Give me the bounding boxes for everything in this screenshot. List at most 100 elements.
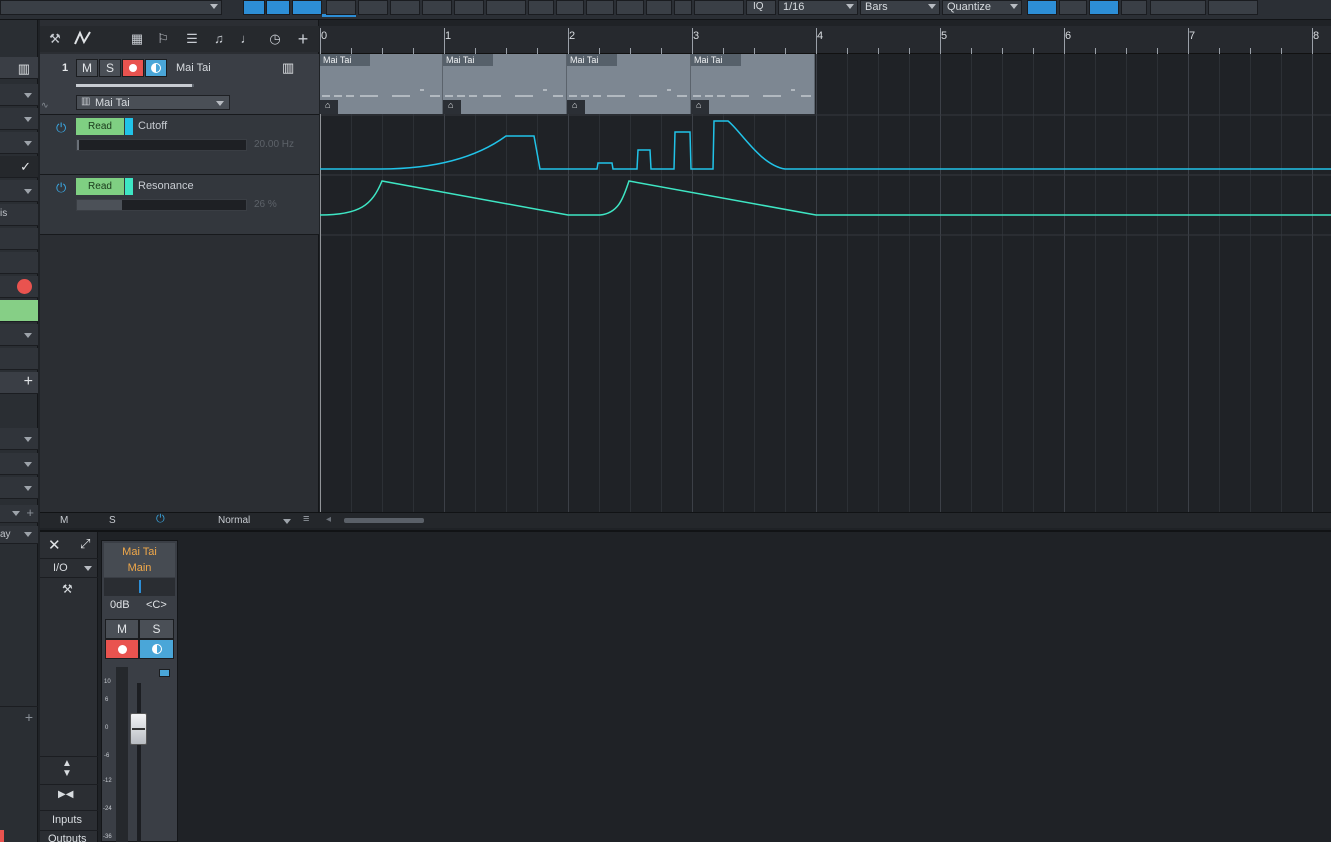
grid-select[interactable]: 1/16 bbox=[778, 0, 858, 15]
inspector-add-row[interactable]: + bbox=[0, 372, 38, 394]
power-icon[interactable]: ⏻ bbox=[156, 513, 165, 526]
outputs-button[interactable]: Outputs bbox=[40, 830, 98, 842]
automation-lane-resonance[interactable]: ⏻ Read Resonance 26 % bbox=[40, 175, 319, 235]
meter-mode-button[interactable] bbox=[159, 669, 170, 677]
mute-tool-button[interactable] bbox=[422, 0, 452, 15]
scroll-left-icon[interactable]: ◂ bbox=[326, 514, 331, 525]
solo-button[interactable]: S bbox=[99, 59, 121, 77]
global-mute-button[interactable]: M bbox=[60, 515, 68, 526]
timebase-select[interactable]: Bars bbox=[860, 0, 940, 15]
gain-readout[interactable]: 0dB bbox=[110, 599, 130, 611]
listen-tool-button[interactable] bbox=[486, 0, 526, 15]
horizontal-scrollbar[interactable] bbox=[344, 518, 424, 523]
grid-icon[interactable]: ▦ bbox=[128, 30, 146, 48]
inspector-field[interactable]: is bbox=[0, 204, 38, 226]
color-button[interactable] bbox=[646, 0, 672, 15]
marker-button[interactable] bbox=[1121, 0, 1147, 15]
inspector-field[interactable] bbox=[0, 428, 38, 450]
pan-slider[interactable] bbox=[104, 578, 175, 596]
arrow-tool-button[interactable] bbox=[243, 0, 265, 15]
inspector-field[interactable] bbox=[0, 180, 38, 202]
cutoff-envelope[interactable] bbox=[320, 120, 1331, 170]
window-button[interactable] bbox=[1208, 0, 1258, 15]
layout-button[interactable] bbox=[1150, 0, 1206, 15]
pencil-tool-button[interactable] bbox=[326, 0, 356, 15]
clock-icon[interactable]: ◷ bbox=[266, 30, 284, 48]
wrench-icon[interactable]: ⚒ bbox=[62, 582, 73, 596]
instrument-clip[interactable]: Mai Tai ⌂ bbox=[567, 54, 691, 114]
automation-icon[interactable] bbox=[74, 30, 92, 48]
snap-to-grid-button[interactable] bbox=[1027, 0, 1057, 15]
expand-automation-icon[interactable]: ∿ bbox=[41, 100, 49, 111]
keyboard-icon[interactable]: ▥ bbox=[282, 60, 294, 76]
menu-icon[interactable]: ≡ bbox=[303, 513, 309, 525]
expand-icon[interactable]: ⤢ bbox=[80, 536, 90, 552]
channel-record-button[interactable] bbox=[105, 639, 139, 659]
music-note-icon[interactable]: ♫ bbox=[210, 30, 228, 48]
global-solo-button[interactable]: S bbox=[109, 515, 116, 526]
bend-tool-button[interactable] bbox=[454, 0, 484, 15]
mute-button[interactable]: M bbox=[76, 59, 98, 77]
read-mode-button[interactable]: Read bbox=[76, 178, 124, 195]
instrument-clip[interactable]: Mai Tai ⌂ bbox=[320, 54, 443, 114]
inspector-active-row[interactable] bbox=[0, 300, 38, 322]
inspector-field[interactable] bbox=[0, 132, 38, 154]
snap-button[interactable] bbox=[556, 0, 584, 15]
channel-mute-button[interactable]: M bbox=[105, 619, 139, 639]
range-tool-button[interactable] bbox=[266, 0, 290, 15]
eraser-tool-button[interactable] bbox=[358, 0, 388, 15]
automation-mode-select[interactable]: Normal bbox=[218, 515, 250, 526]
inspector-field[interactable]: ay bbox=[0, 526, 38, 544]
inspector-record-row[interactable] bbox=[0, 276, 38, 298]
inputs-button[interactable]: Inputs bbox=[40, 810, 98, 828]
tempo-icon[interactable]: ♩ bbox=[238, 30, 256, 48]
channel-solo-button[interactable]: S bbox=[139, 619, 174, 639]
chevron-down-icon[interactable] bbox=[283, 519, 291, 524]
pan-readout[interactable]: <C> bbox=[146, 599, 167, 611]
quantize-select[interactable]: Quantize bbox=[942, 0, 1022, 15]
list-icon[interactable]: ☰ bbox=[183, 30, 201, 48]
value-slider[interactable] bbox=[76, 139, 247, 151]
flag-icon[interactable]: ⚐ bbox=[154, 30, 172, 48]
timeline-ruler[interactable]: 0 1 2 3 4 5 6 7 8 bbox=[320, 26, 1331, 54]
parameter-name[interactable]: Resonance bbox=[138, 180, 194, 192]
wrench-icon[interactable]: ⚒ bbox=[46, 30, 64, 48]
expand-width-button[interactable]: ▶◀ bbox=[40, 784, 98, 808]
inspector-field[interactable] bbox=[0, 84, 38, 106]
inspector-add-row[interactable]: + bbox=[0, 706, 38, 728]
resonance-envelope[interactable] bbox=[320, 180, 1331, 216]
monitor-button[interactable] bbox=[145, 59, 167, 77]
power-icon[interactable]: ⏻ bbox=[56, 180, 66, 196]
volume-fader[interactable] bbox=[130, 713, 147, 745]
follow-button[interactable] bbox=[1059, 0, 1087, 15]
track-name[interactable]: Mai Tai bbox=[176, 62, 211, 74]
expand-height-button[interactable]: ▲ ▼ bbox=[40, 756, 98, 782]
inspector-field[interactable] bbox=[0, 477, 38, 499]
audio-bend-button[interactable] bbox=[586, 0, 614, 15]
channel-strip[interactable]: Mai Tai Main 0dB <C> M S 10 6 0 -6 -12 -… bbox=[101, 540, 178, 842]
volume-slider[interactable] bbox=[76, 84, 194, 87]
inspector-field[interactable] bbox=[0, 108, 38, 130]
inspector-checkbox-row[interactable]: ✓ bbox=[0, 156, 38, 178]
instrument-clip[interactable]: Mai Tai ⌂ bbox=[691, 54, 815, 114]
inspector-field[interactable] bbox=[0, 453, 38, 475]
value-slider[interactable] bbox=[76, 199, 247, 211]
inspector-field[interactable]: + bbox=[0, 505, 38, 523]
song-selector[interactable] bbox=[0, 0, 222, 15]
zoom-button[interactable] bbox=[616, 0, 644, 15]
record-arm-button[interactable] bbox=[122, 59, 144, 77]
automation-curves[interactable] bbox=[320, 115, 1331, 235]
automation-lane-cutoff[interactable]: ⏻ Read Cutoff 20.00 Hz bbox=[40, 115, 319, 175]
timestretch-button[interactable] bbox=[694, 0, 744, 15]
io-toggle[interactable]: I/O bbox=[40, 558, 98, 578]
split-tool-button[interactable] bbox=[292, 0, 322, 15]
inspector-field[interactable] bbox=[0, 324, 38, 346]
add-track-icon[interactable]: + bbox=[294, 30, 312, 48]
track-header[interactable]: 1 M S Mai Tai ▥ ▥ Mai Tai ∿ bbox=[40, 54, 319, 115]
instrument-clip[interactable]: Mai Tai ⌂ bbox=[443, 54, 567, 114]
channel-name-box[interactable]: Mai Tai Main bbox=[104, 543, 175, 577]
parameter-name[interactable]: Cutoff bbox=[138, 120, 167, 132]
palette-icon[interactable] bbox=[674, 0, 692, 15]
paint-tool-button[interactable] bbox=[390, 0, 420, 15]
iq-button[interactable]: IQ bbox=[746, 0, 776, 15]
